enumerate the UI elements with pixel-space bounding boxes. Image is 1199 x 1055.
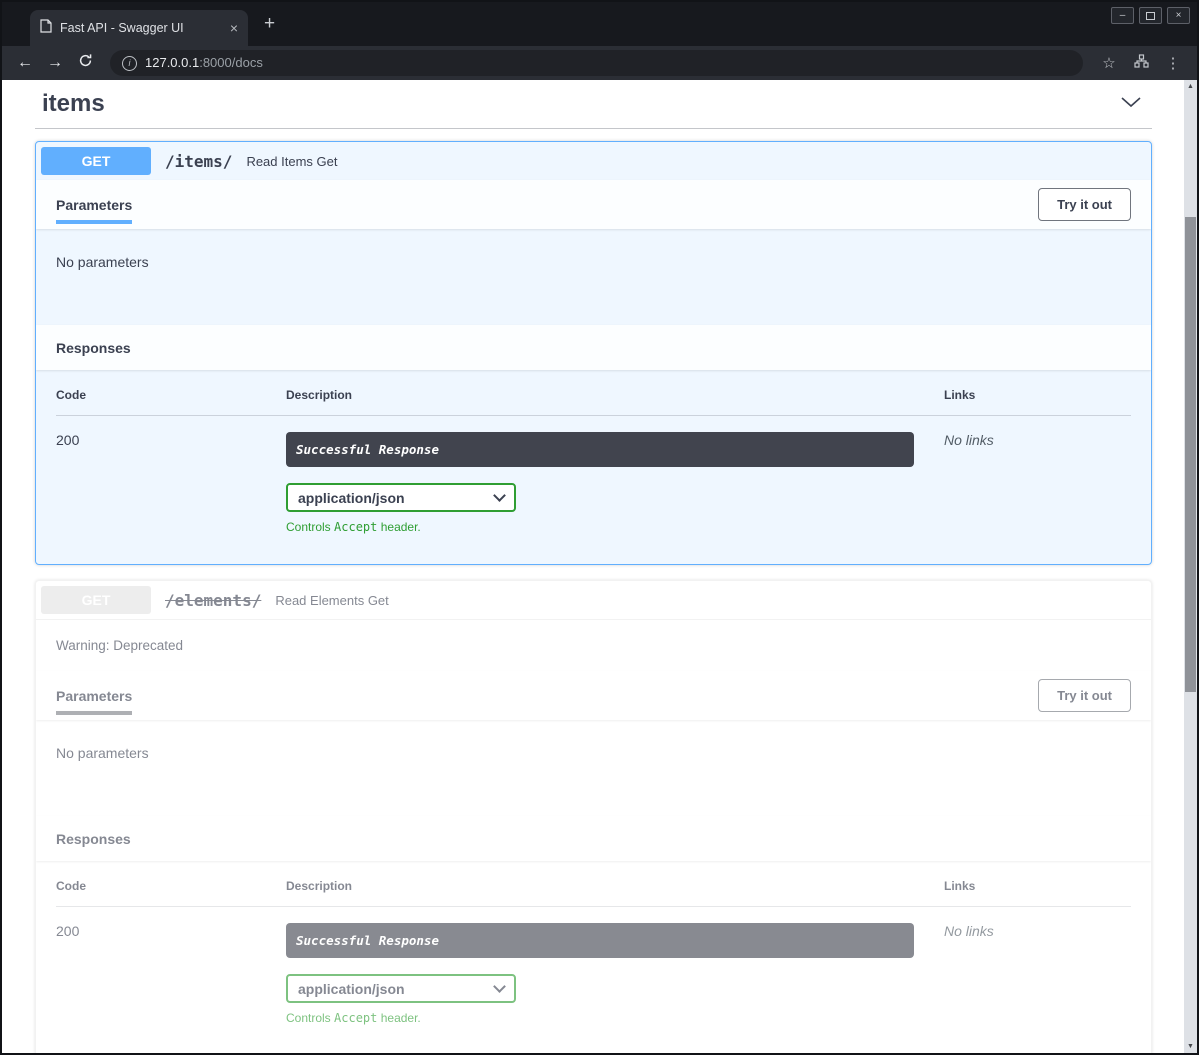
tag-title: items [42, 90, 105, 118]
tag-section-header[interactable]: items [35, 82, 1152, 129]
parameters-header: Parameters Try it out [36, 671, 1151, 720]
responses-heading: Responses [56, 831, 131, 847]
response-row: 200 Successful Response application/json… [56, 416, 1131, 534]
bookmark-star-icon[interactable]: ☆ [1093, 54, 1125, 72]
select-chevron-icon [493, 489, 506, 502]
media-type-select[interactable]: application/json [286, 483, 516, 512]
parameters-header: Parameters Try it out [36, 180, 1151, 229]
back-icon[interactable]: ← [10, 54, 40, 72]
window-maximize-button[interactable] [1139, 7, 1162, 24]
page-scrollbar[interactable]: ▲ ▼ [1184, 80, 1197, 1053]
response-code: 200 [56, 432, 286, 534]
browser-tab[interactable]: Fast API - Swagger UI × [30, 10, 248, 46]
scrollbar-thumb[interactable] [1185, 217, 1196, 692]
window-controls: – × [1111, 7, 1190, 24]
parameters-tab[interactable]: Parameters [56, 197, 132, 213]
site-info-icon[interactable]: i [122, 56, 137, 71]
endpoint-summary: Read Elements Get [275, 593, 388, 608]
page-content: items GET /items/ Read Items Get Paramet… [2, 80, 1184, 1053]
try-it-out-button[interactable]: Try it out [1038, 188, 1131, 221]
select-chevron-icon [493, 980, 506, 993]
accept-note-pre: Controls [286, 1011, 334, 1025]
tab-close-icon[interactable]: × [230, 21, 238, 35]
accept-header-note: Controls Accept header. [286, 520, 914, 534]
url-path: :8000/docs [199, 55, 263, 70]
endpoint-path: /elements/ [161, 591, 265, 610]
column-code: Code [56, 879, 286, 893]
address-bar[interactable]: i 127.0.0.1:8000/docs [110, 50, 1083, 76]
method-badge: GET [41, 147, 151, 175]
column-code: Code [56, 388, 286, 402]
method-badge: GET [41, 586, 151, 614]
forward-icon[interactable]: → [40, 54, 70, 72]
responses-table-header: Code Description Links [56, 388, 1131, 416]
responses-header: Responses [36, 325, 1151, 370]
endpoint-path: /items/ [161, 152, 236, 171]
response-row: 200 Successful Response application/json… [56, 907, 1131, 1025]
url-host: 127.0.0.1 [145, 55, 199, 70]
scrollbar-up-icon[interactable]: ▲ [1184, 80, 1197, 93]
maximize-icon [1146, 12, 1155, 20]
no-parameters-text: No parameters [36, 229, 1151, 325]
opblock-get-elements-deprecated: GET /elements/ Read Elements Get Warning… [35, 580, 1152, 1053]
browser-titlebar: Fast API - Swagger UI × + – × [2, 2, 1197, 46]
column-links: Links [944, 388, 1131, 402]
accept-note-post: header. [377, 1011, 420, 1025]
responses-header: Responses [36, 816, 1151, 861]
media-type-value: application/json [298, 981, 405, 997]
response-description: Successful Response [286, 923, 914, 958]
response-code: 200 [56, 923, 286, 1025]
media-type-select[interactable]: application/json [286, 974, 516, 1003]
no-parameters-text: No parameters [36, 720, 1151, 816]
media-type-value: application/json [298, 490, 405, 506]
try-it-out-button[interactable]: Try it out [1038, 679, 1131, 712]
column-description: Description [286, 388, 944, 402]
responses-body: Code Description Links 200 Successful Re… [36, 370, 1151, 564]
column-links: Links [944, 879, 1131, 893]
reload-icon[interactable] [70, 53, 100, 73]
response-description: Successful Response [286, 432, 914, 467]
new-tab-button[interactable]: + [264, 14, 275, 34]
endpoint-summary: Read Items Get [246, 154, 337, 169]
responses-table-header: Code Description Links [56, 879, 1131, 907]
browser-window: Fast API - Swagger UI × + – × ← → i 127.… [0, 0, 1199, 1055]
accept-note-pre: Controls [286, 520, 334, 534]
opblock-summary[interactable]: GET /elements/ Read Elements Get [36, 581, 1151, 620]
opblock-get-items: GET /items/ Read Items Get Parameters Tr… [35, 141, 1152, 565]
browser-menu-icon[interactable]: ⋮ [1157, 54, 1189, 72]
accept-note-code: Accept [334, 520, 377, 534]
sites-hierarchy-icon[interactable] [1125, 54, 1157, 72]
tag-collapse-chevron-icon[interactable] [1120, 95, 1142, 113]
page-favicon-icon [40, 19, 52, 38]
accept-note-post: header. [377, 520, 420, 534]
accept-header-note: Controls Accept header. [286, 1011, 914, 1025]
parameters-tab[interactable]: Parameters [56, 688, 132, 704]
responses-heading: Responses [56, 340, 131, 356]
column-description: Description [286, 879, 944, 893]
window-minimize-button[interactable]: – [1111, 7, 1134, 24]
scrollbar-down-icon[interactable]: ▼ [1184, 1040, 1197, 1053]
deprecation-warning: Warning: Deprecated [36, 620, 1151, 671]
window-close-button[interactable]: × [1167, 7, 1190, 24]
tab-title: Fast API - Swagger UI [60, 21, 222, 35]
opblock-summary[interactable]: GET /items/ Read Items Get [36, 142, 1151, 180]
accept-note-code: Accept [334, 1011, 377, 1025]
response-links: No links [944, 923, 1131, 1025]
responses-body: Code Description Links 200 Successful Re… [36, 861, 1151, 1053]
response-links: No links [944, 432, 1131, 534]
browser-toolbar: ← → i 127.0.0.1:8000/docs ☆ ⋮ [2, 46, 1197, 80]
